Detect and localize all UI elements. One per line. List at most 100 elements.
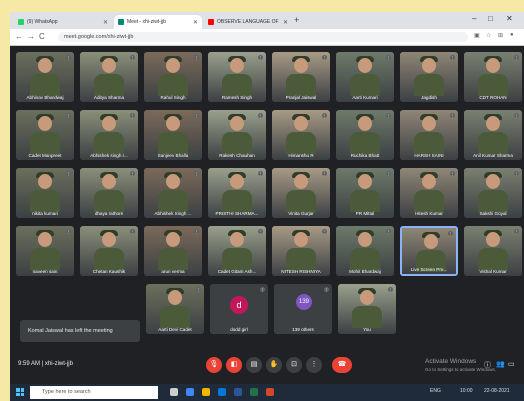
participant-tile[interactable]: ⋮ Himanshu R <box>272 110 330 160</box>
excel-icon[interactable] <box>250 388 258 396</box>
chrome-icon[interactable] <box>186 388 194 396</box>
participant-tile[interactable]: ⋮ Rakesh Chauhan <box>208 110 266 160</box>
participant-tile[interactable]: ⋮ Aditya Sharma <box>80 52 138 102</box>
person-head <box>294 58 308 73</box>
participant-tile[interactable]: ⋮ Hitesh Kumar <box>400 168 458 218</box>
profile-icon[interactable]: ● <box>510 32 514 38</box>
taskbar-search-input[interactable]: Type here to search <box>30 386 158 399</box>
tab-whatsapp[interactable]: (9) WhatsApp ✕ <box>14 15 112 29</box>
forward-icon[interactable]: → <box>27 32 35 41</box>
screen: (9) WhatsApp ✕ Meet - xhi-ziwt-jjb ✕ OBS… <box>10 12 524 401</box>
extensions-icon[interactable]: ⊞ <box>498 32 503 39</box>
person-head <box>486 174 500 189</box>
close-icon[interactable]: ✕ <box>193 19 198 26</box>
participant-tile[interactable]: ⋮ naveen sain <box>16 226 74 276</box>
meeting-control-bar: 9:59 AM | xhi-ziwt-jjb 🎙 ◧ ▤ ✋ ⊡ ⋮ ☎ Act… <box>10 348 524 384</box>
participant-name: NITESH RISHNIYA <box>281 269 321 274</box>
participant-tile[interactable]: ⋮ Ruchika Bhatt <box>336 110 394 160</box>
person-body <box>350 190 380 212</box>
participant-tile[interactable]: ⋮ Ramesh Singh <box>208 52 266 102</box>
participant-tile[interactable]: ⋮ Sakshi Goyal <box>464 168 522 218</box>
more-options-icon[interactable]: ⋮ <box>306 357 322 373</box>
participant-name: dodd girl <box>230 327 248 332</box>
participant-tile[interactable]: ⋮ Jagdish <box>400 52 458 102</box>
participant-tile[interactable]: ⋮ CDT ROHAN <box>464 52 522 102</box>
address-input[interactable]: meet.google.com/xhi-ziwt-jjb <box>58 32 468 42</box>
camera-icon[interactable]: ▣ <box>474 32 480 39</box>
participant-name: nikita kumari <box>32 211 58 216</box>
participant-tile[interactable]: ⋮ Abhinav Bhardwaj <box>16 52 74 102</box>
participant-name: Pranjal Jaiswal <box>285 95 317 100</box>
new-tab-button[interactable]: + <box>294 15 299 25</box>
participant-tile[interactable]: ⋮ Aarti Devi Cadet <box>146 284 204 334</box>
person-body <box>158 74 188 96</box>
participant-tile[interactable]: ⋮ Sanjeev Bhalla <box>144 110 202 160</box>
person-body <box>160 306 190 328</box>
mic-status-icon: ⋮ <box>324 287 329 292</box>
participant-tile[interactable]: ⋮ Chetan Kaushik <box>80 226 138 276</box>
participant-name: Aarti Kumari <box>352 95 378 100</box>
participant-tile[interactable]: ⋮ PR Mittal <box>336 168 394 218</box>
word-icon[interactable] <box>234 388 242 396</box>
mic-status-icon: ⋮ <box>386 113 391 118</box>
tab-meet[interactable]: Meet - xhi-ziwt-jjb ✕ <box>114 15 202 29</box>
participant-tile[interactable]: ⋮ Vishal Kumar <box>464 226 522 276</box>
person-head <box>166 174 180 189</box>
person-head <box>166 116 180 131</box>
present-icon[interactable]: ⊡ <box>286 357 302 373</box>
person-head <box>294 116 308 131</box>
participant-tile[interactable]: ⋮ Vinita Gurjar <box>272 168 330 218</box>
raise-hand-icon[interactable]: ✋ <box>266 357 282 373</box>
mic-off-icon[interactable]: 🎙 <box>206 357 222 373</box>
info-icon[interactable]: ⓘ <box>484 360 491 370</box>
person-body <box>30 132 60 154</box>
participant-name: Live Screen Pre... <box>410 267 448 272</box>
tab-youtube[interactable]: OBSERVE LANGUAGE OF IN... ✕ <box>204 15 292 29</box>
participant-tile[interactable]: ⋮ Cadet Gitam Ash... <box>208 226 266 276</box>
close-window-button[interactable]: ✕ <box>506 14 513 23</box>
windows-start-icon[interactable] <box>16 388 24 396</box>
participant-tile[interactable]: d ⋮ dodd girl <box>210 284 268 334</box>
mic-status-icon: ⋮ <box>260 287 265 292</box>
mic-status-icon: ⋮ <box>322 55 327 60</box>
task-view-icon[interactable] <box>170 388 178 396</box>
participant-tile[interactable]: ⋮ Cadet Manpreet <box>16 110 74 160</box>
participant-tile[interactable]: ⋮ Anil Kumar Sharma <box>464 110 522 160</box>
participant-tile[interactable]: ⋮ Aarti Kumari <box>336 52 394 102</box>
participant-tile[interactable]: ⋮ You <box>338 284 396 334</box>
participant-tile[interactable]: ⋮ Pranjal Jaiswal <box>272 52 330 102</box>
mic-status-icon: ⋮ <box>194 171 199 176</box>
people-icon[interactable]: 👥 <box>496 360 505 368</box>
participant-tile[interactable]: ⋮ Mohit Bhardwaj <box>336 226 394 276</box>
close-icon[interactable]: ✕ <box>103 19 108 26</box>
file-explorer-icon[interactable] <box>202 388 210 396</box>
participant-tile[interactable]: ⋮ Abhishek singh r... <box>80 110 138 160</box>
camera-off-icon[interactable]: ◧ <box>226 357 242 373</box>
participant-tile[interactable]: ⋮ Live Screen Pre... <box>400 226 458 276</box>
chat-icon[interactable]: ▭ <box>508 360 515 368</box>
star-icon[interactable]: ☆ <box>486 32 491 39</box>
participant-name: You <box>363 327 371 332</box>
participant-tile[interactable]: ⋮ Rahul Singh <box>144 52 202 102</box>
participant-tile[interactable]: ⋮ Abhishek Singh ... <box>144 168 202 218</box>
edge-icon[interactable] <box>218 388 226 396</box>
participant-tile[interactable]: ⋮ nikita kumari <box>16 168 74 218</box>
reload-icon[interactable]: C <box>39 32 45 41</box>
captions-icon[interactable]: ▤ <box>246 357 262 373</box>
participant-tile[interactable]: ⋮ arun verma <box>144 226 202 276</box>
person-head <box>486 232 500 247</box>
back-icon[interactable]: ← <box>15 32 23 41</box>
end-call-button[interactable]: ☎ <box>332 357 352 373</box>
participant-tile[interactable]: ⋮ NITESH RISHNIYA <box>272 226 330 276</box>
participant-tile[interactable]: ⋮ dhaya rathore <box>80 168 138 218</box>
minimize-button[interactable]: – <box>472 14 476 23</box>
participant-tile[interactable]: ⋮ PRISTHI SHARMA... <box>208 168 266 218</box>
participant-tile[interactable]: ⋮ HARSH SAINI <box>400 110 458 160</box>
participant-tile[interactable]: 139 ⋮ 139 others <box>274 284 332 334</box>
person-head <box>358 174 372 189</box>
person-head <box>358 232 372 247</box>
person-body <box>94 74 124 96</box>
powerpoint-icon[interactable] <box>266 388 274 396</box>
maximize-button[interactable]: □ <box>488 14 493 23</box>
close-icon[interactable]: ✕ <box>283 19 288 26</box>
